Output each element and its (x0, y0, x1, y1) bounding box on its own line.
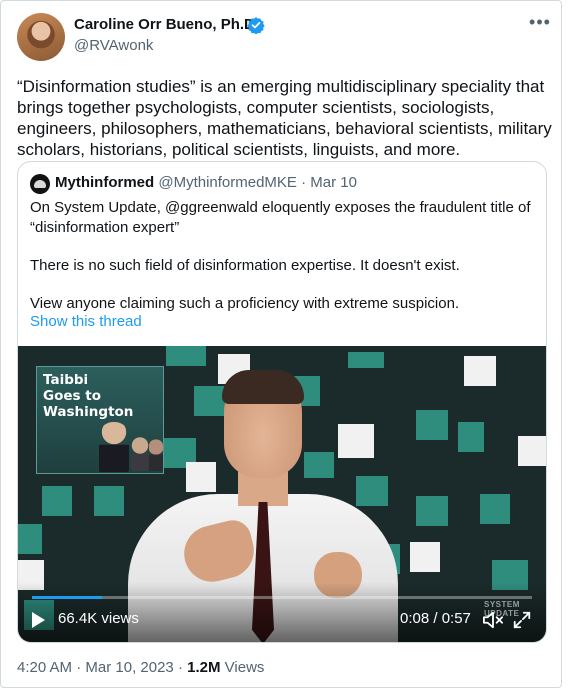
video-view-count: 66.4K views (58, 610, 139, 627)
quoted-author-avatar[interactable] (30, 174, 50, 194)
show-thread-link[interactable]: Show this thread (30, 313, 142, 330)
video-progress-fill (32, 596, 102, 599)
quoted-paragraph: On System Update, @ggreenwald eloquently… (30, 199, 531, 236)
inset-title: Taibbi Goes to Washington (43, 372, 134, 420)
author-avatar[interactable] (17, 13, 65, 61)
quoted-author-name[interactable]: Mythinformed (55, 174, 154, 191)
dot-separator: · (76, 659, 82, 676)
verified-badge-icon (247, 17, 265, 34)
dot-separator: · (301, 174, 307, 191)
video-time: 0:08 / 0:57 (400, 610, 471, 627)
fullscreen-icon[interactable] (512, 610, 532, 630)
quoted-tweet-date[interactable]: Mar 10 (310, 174, 357, 191)
video-progress-bar[interactable] (32, 596, 532, 599)
tweet-time[interactable]: 4:20 AM (17, 659, 72, 676)
quoted-paragraph: There is no such field of disinformation… (30, 257, 460, 274)
tweet-text: “Disinformation studies” is an emerging … (17, 77, 557, 159)
quoted-tweet[interactable]: Mythinformed @MythinformedMKE · Mar 10 O… (17, 161, 547, 643)
view-count: 1.2M (187, 659, 221, 676)
views-label: Views (224, 659, 265, 676)
author-handle[interactable]: @RVAwonk (74, 37, 153, 54)
tweet-date[interactable]: Mar 10, 2023 (85, 659, 173, 676)
video-inset-graphic: Taibbi Goes to Washington (36, 366, 164, 474)
tweet-card: Caroline Orr Bueno, Ph.D @RVAwonk ••• “D… (0, 0, 562, 688)
quoted-paragraph: View anyone claiming such a proficiency … (30, 295, 460, 312)
play-icon[interactable] (32, 612, 45, 628)
quoted-tweet-text: On System Update, @ggreenwald eloquently… (30, 198, 535, 314)
video-player[interactable]: Taibbi Goes to Washington SYSTEM UPDATE … (18, 346, 546, 642)
more-options-icon[interactable]: ••• (529, 13, 551, 35)
quoted-tweet-header: Mythinformed @MythinformedMKE · Mar 10 (55, 174, 357, 191)
volume-muted-icon[interactable] (482, 610, 504, 630)
quoted-author-handle[interactable]: @MythinformedMKE (158, 174, 297, 191)
author-name[interactable]: Caroline Orr Bueno, Ph.D (74, 16, 255, 33)
dot-separator: · (177, 659, 183, 676)
tweet-footer: 4:20 AM · Mar 10, 2023 · 1.2M Views (17, 659, 264, 676)
